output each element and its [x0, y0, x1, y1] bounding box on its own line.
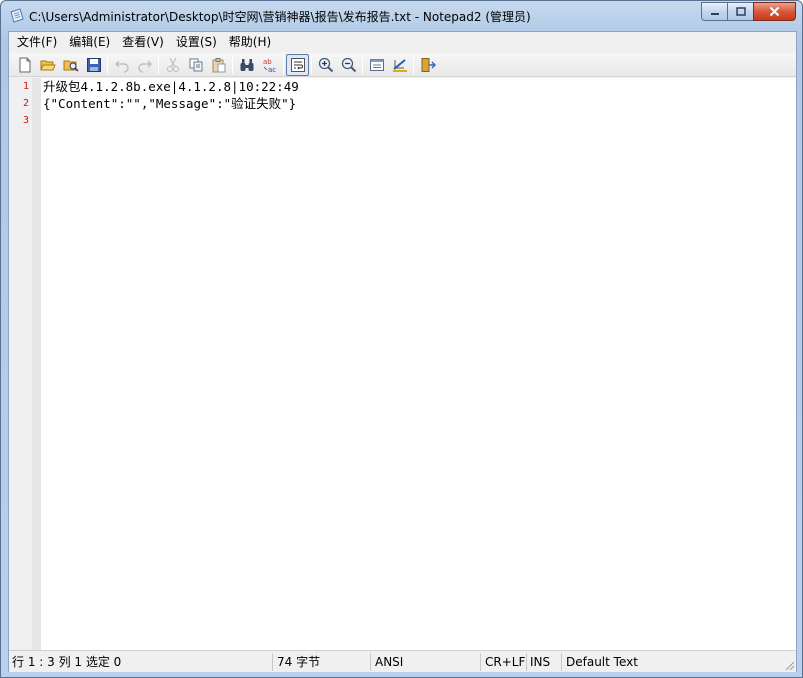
line-number: 2 — [22, 98, 29, 109]
new-button[interactable] — [13, 54, 36, 76]
status-line-ending[interactable]: CR+LF — [481, 652, 527, 671]
word-wrap-icon — [290, 57, 305, 72]
status-bar: 行 1 : 3 列 1 选定 0 74 字节 ANSI CR+LF INS De… — [9, 650, 796, 672]
replace-icon: abac — [263, 58, 276, 73]
client-area: 文件(F) 编辑(E) 查看(V) 设置(S) 帮助(H) ab ac 1 2 … — [8, 31, 797, 672]
find-file-button[interactable] — [59, 54, 82, 76]
copy-icon — [189, 58, 202, 71]
close-button[interactable] — [753, 2, 796, 21]
cut-button[interactable] — [161, 54, 184, 76]
text-area[interactable]: 升级包4.1.2.8b.exe|4.1.2.8|10:22:49 {"Conte… — [43, 78, 796, 650]
toolbar-separator — [283, 55, 284, 74]
status-size: 74 字节 — [273, 652, 371, 671]
paste-button[interactable] — [207, 54, 230, 76]
status-scheme[interactable]: Default Text — [562, 653, 638, 671]
menu-help[interactable]: 帮助(H) — [223, 32, 277, 52]
scheme-icon — [369, 58, 384, 71]
save-icon — [86, 57, 101, 72]
line-number: 3 — [22, 115, 29, 126]
toolbar-separator — [413, 55, 414, 74]
save-button[interactable] — [82, 54, 105, 76]
open-icon — [39, 60, 56, 70]
minimize-button[interactable] — [701, 2, 727, 21]
toolbar: ab ac — [9, 53, 796, 77]
undo-button[interactable] — [110, 54, 133, 76]
svg-text:ac: ac — [268, 66, 276, 73]
notepad-app-icon[interactable] — [9, 8, 25, 24]
close-icon — [769, 6, 780, 17]
customize-button[interactable] — [388, 54, 411, 76]
svg-text:ab: ab — [263, 58, 272, 66]
status-position: 行 1 : 3 列 1 选定 0 — [9, 652, 273, 671]
find-icon — [240, 58, 253, 71]
word-wrap-button[interactable] — [286, 53, 309, 76]
new-icon — [19, 57, 30, 72]
title-bar[interactable]: C:\Users\Administrator\Desktop\时空网\营销神器\… — [1, 1, 802, 31]
zoom-out-button[interactable] — [337, 54, 360, 76]
line-number: 1 — [22, 81, 29, 92]
line-number-gutter: 1 2 3 — [9, 78, 41, 650]
editor-area[interactable]: 1 2 3 升级包4.1.2.8b.exe|4.1.2.8|10:22:49 {… — [9, 78, 796, 650]
zoom-out-icon — [341, 57, 356, 72]
menu-edit[interactable]: 编辑(E) — [63, 32, 116, 52]
zoom-in-icon — [318, 57, 333, 72]
paste-icon — [212, 57, 225, 72]
toolbar-separator — [158, 55, 159, 74]
minimize-icon — [710, 12, 719, 15]
status-encoding[interactable]: ANSI — [371, 652, 481, 671]
scheme-button[interactable] — [365, 54, 388, 76]
menu-settings[interactable]: 设置(S) — [170, 32, 223, 52]
redo-button[interactable] — [133, 54, 156, 76]
menu-bar: 文件(F) 编辑(E) 查看(V) 设置(S) 帮助(H) — [9, 32, 796, 52]
copy-button[interactable] — [184, 54, 207, 76]
maximize-button[interactable] — [727, 2, 753, 21]
replace-button[interactable]: ab ac — [258, 54, 281, 76]
menu-file[interactable]: 文件(F) — [11, 32, 63, 52]
menu-view[interactable]: 查看(V) — [116, 32, 170, 52]
exit-button[interactable] — [416, 54, 439, 76]
window-title: C:\Users\Administrator\Desktop\时空网\营销神器\… — [29, 10, 531, 24]
toolbar-separator — [232, 55, 233, 74]
zoom-in-button[interactable] — [314, 54, 337, 76]
open-button[interactable] — [36, 54, 59, 76]
resize-grip-icon[interactable] — [783, 659, 795, 671]
notepad2-window: C:\Users\Administrator\Desktop\时空网\营销神器\… — [0, 0, 803, 678]
find-file-icon — [63, 60, 79, 72]
text-line[interactable]: 升级包4.1.2.8b.exe|4.1.2.8|10:22:49 — [43, 78, 299, 95]
selection-margin[interactable] — [32, 78, 41, 650]
find-button[interactable] — [235, 54, 258, 76]
text-line[interactable]: {"Content":"","Message":"验证失败"} — [43, 95, 296, 112]
cut-icon — [166, 57, 179, 72]
undo-icon — [114, 59, 129, 73]
exit-icon — [421, 57, 436, 72]
redo-icon — [137, 59, 152, 73]
toolbar-separator — [311, 55, 312, 74]
caption-buttons — [701, 2, 796, 21]
customize-icon — [392, 58, 407, 72]
toolbar-separator — [362, 55, 363, 74]
toolbar-separator — [107, 55, 108, 74]
status-insert-mode[interactable]: INS — [527, 652, 562, 671]
maximize-icon — [735, 6, 746, 16]
